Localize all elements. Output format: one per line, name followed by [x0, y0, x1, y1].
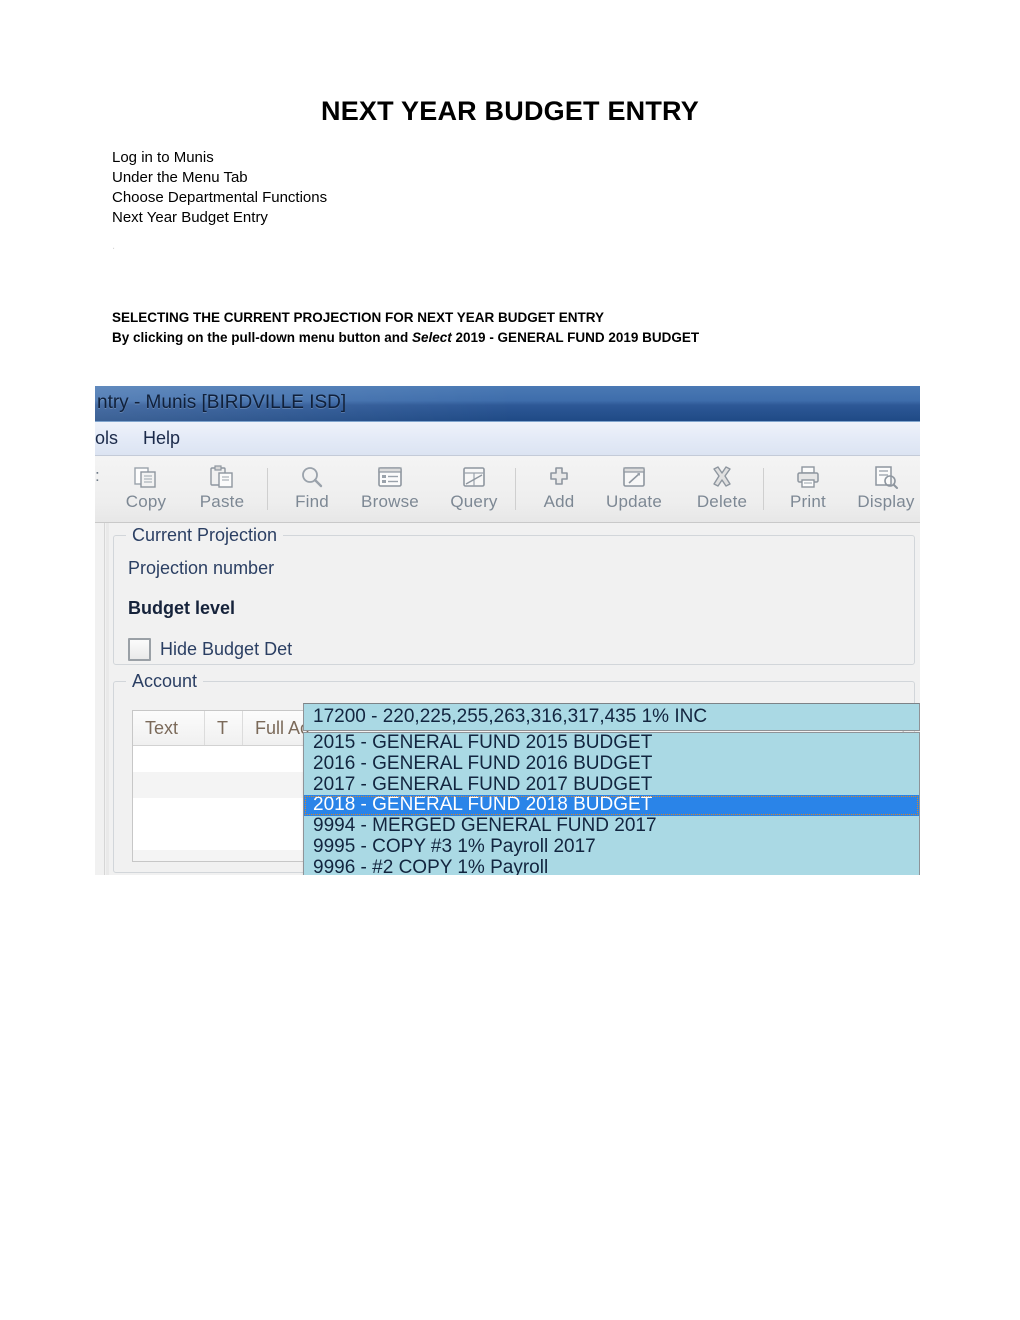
section-heading: SELECTING THE CURRENT PROJECTION FOR NEX…: [112, 308, 699, 348]
toolbar-label-browse: Browse: [361, 492, 419, 511]
dropdown-option-selected[interactable]: 2018 - GENERAL FUND 2018 BUDGET: [304, 795, 919, 817]
toolbar-label-paste: Paste: [199, 492, 245, 511]
hide-budget-detail-checkbox[interactable]: [128, 638, 151, 661]
account-legend: Account: [126, 671, 204, 692]
toolbar-button-paste[interactable]: Paste: [183, 462, 261, 512]
find-icon: [273, 462, 351, 492]
query-icon: [435, 462, 513, 492]
intro-steps-list: Log in to Munis Under the Menu Tab Choos…: [112, 148, 327, 228]
section-line2-italic: Select: [412, 330, 452, 345]
dropdown-option[interactable]: 9995 - COPY #3 1% Payroll 2017: [304, 837, 919, 858]
projection-number-combobox[interactable]: 17200 - 220,225,255,263,316,317,435 1% I…: [303, 703, 920, 875]
section-heading-line2: By clicking on the pull-down menu button…: [112, 328, 699, 348]
toolbar-button-display[interactable]: Display: [847, 462, 920, 512]
dropdown-option[interactable]: 9996 - #2 COPY 1% Payroll: [304, 858, 919, 875]
toolbar-button-find[interactable]: Find: [273, 462, 351, 512]
stray-period: .: [112, 240, 116, 252]
browse-icon: [351, 462, 429, 492]
toolbar-label-display: Display: [857, 492, 915, 511]
menu-item-tools[interactable]: ols: [95, 428, 118, 449]
intro-step: Choose Departmental Functions: [112, 189, 328, 206]
projection-number-label: Projection number: [128, 558, 275, 578]
add-icon: [520, 462, 598, 492]
menu-bar: ols Help: [95, 422, 920, 456]
toolbar-button-query[interactable]: Query: [435, 462, 513, 512]
intro-step: Under the Menu Tab: [112, 169, 248, 186]
hide-budget-detail-checkbox-row[interactable]: Hide Budget Det: [128, 638, 292, 661]
form-left-rail: [95, 523, 105, 875]
toolbar-separator: [763, 468, 764, 510]
current-projection-legend: Current Projection: [126, 525, 284, 546]
toolbar-label-copy: Copy: [125, 492, 167, 511]
toolbar-separator: [515, 468, 516, 510]
dropdown-option[interactable]: 2015 - GENERAL FUND 2015 BUDGET: [304, 733, 919, 754]
toolbar-button-print[interactable]: Print: [769, 462, 847, 512]
toolbar-separator: [267, 468, 268, 510]
menu-item-help[interactable]: Help: [143, 428, 180, 449]
toolbar-button-delete[interactable]: Delete: [683, 462, 761, 512]
toolbar-button-browse[interactable]: Browse: [351, 462, 429, 512]
dropdown-option[interactable]: 2017 - GENERAL FUND 2017 BUDGET: [304, 775, 919, 796]
toolbar-label-print: Print: [790, 492, 826, 511]
budget-level-label: Budget level: [128, 598, 236, 618]
toolbar-button-update[interactable]: Update: [595, 462, 673, 512]
window-titlebar: ntry - Munis [BIRDVILLE ISD]: [95, 386, 920, 422]
document-body: NEXT YEAR BUDGET ENTRY Log in to Munis U…: [0, 0, 1020, 345]
section-line2-suffix: 2019 - GENERAL FUND 2019 BUDGET: [451, 330, 700, 345]
munis-application-screenshot: ntry - Munis [BIRDVILLE ISD] ols Help : …: [95, 386, 920, 875]
column-header-t[interactable]: T: [205, 711, 243, 745]
update-icon: [595, 462, 673, 492]
toolbar: : Copy Paste Find Browse Query Add Updat…: [95, 456, 920, 523]
intro-step: Next Year Budget Entry: [112, 209, 268, 226]
print-icon: [769, 462, 847, 492]
toolbar-label-update: Update: [605, 492, 663, 511]
toolbar-label-delete: Delete: [696, 492, 748, 511]
display-icon: [847, 462, 920, 492]
toolbar-label-add: Add: [543, 492, 575, 511]
current-projection-groupbox: Current Projection Projection number Bud…: [113, 525, 915, 665]
intro-step: Log in to Munis: [112, 149, 214, 166]
toolbar-label-query: Query: [450, 492, 498, 511]
form-left-rail-inner: [106, 523, 109, 875]
section-heading-line1: SELECTING THE CURRENT PROJECTION FOR NEX…: [112, 310, 605, 325]
toolbar-button-copy[interactable]: Copy: [107, 462, 185, 512]
window-title: ntry - Munis [BIRDVILLE ISD]: [97, 392, 347, 413]
hide-budget-detail-label: Hide Budget Det: [160, 639, 293, 659]
toolbar-clipped-label: :: [95, 466, 100, 485]
projection-dropdown-list[interactable]: 2015 - GENERAL FUND 2015 BUDGET 2016 - G…: [303, 732, 920, 875]
toolbar-label-find: Find: [295, 492, 329, 511]
dropdown-option[interactable]: 9994 - MERGED GENERAL FUND 2017: [304, 816, 919, 837]
copy-icon: [107, 462, 185, 492]
column-header-text[interactable]: Text: [133, 711, 205, 745]
dropdown-option[interactable]: 2016 - GENERAL FUND 2016 BUDGET: [304, 754, 919, 775]
toolbar-button-add[interactable]: Add: [520, 462, 598, 512]
page-title: NEXT YEAR BUDGET ENTRY: [321, 96, 699, 126]
projection-number-input[interactable]: 17200 - 220,225,255,263,316,317,435 1% I…: [303, 703, 920, 731]
delete-icon: [683, 462, 761, 492]
paste-icon: [183, 462, 261, 492]
section-line2-prefix: By clicking on the pull-down menu button…: [112, 330, 412, 345]
form-area: Current Projection Projection number Bud…: [95, 523, 920, 875]
